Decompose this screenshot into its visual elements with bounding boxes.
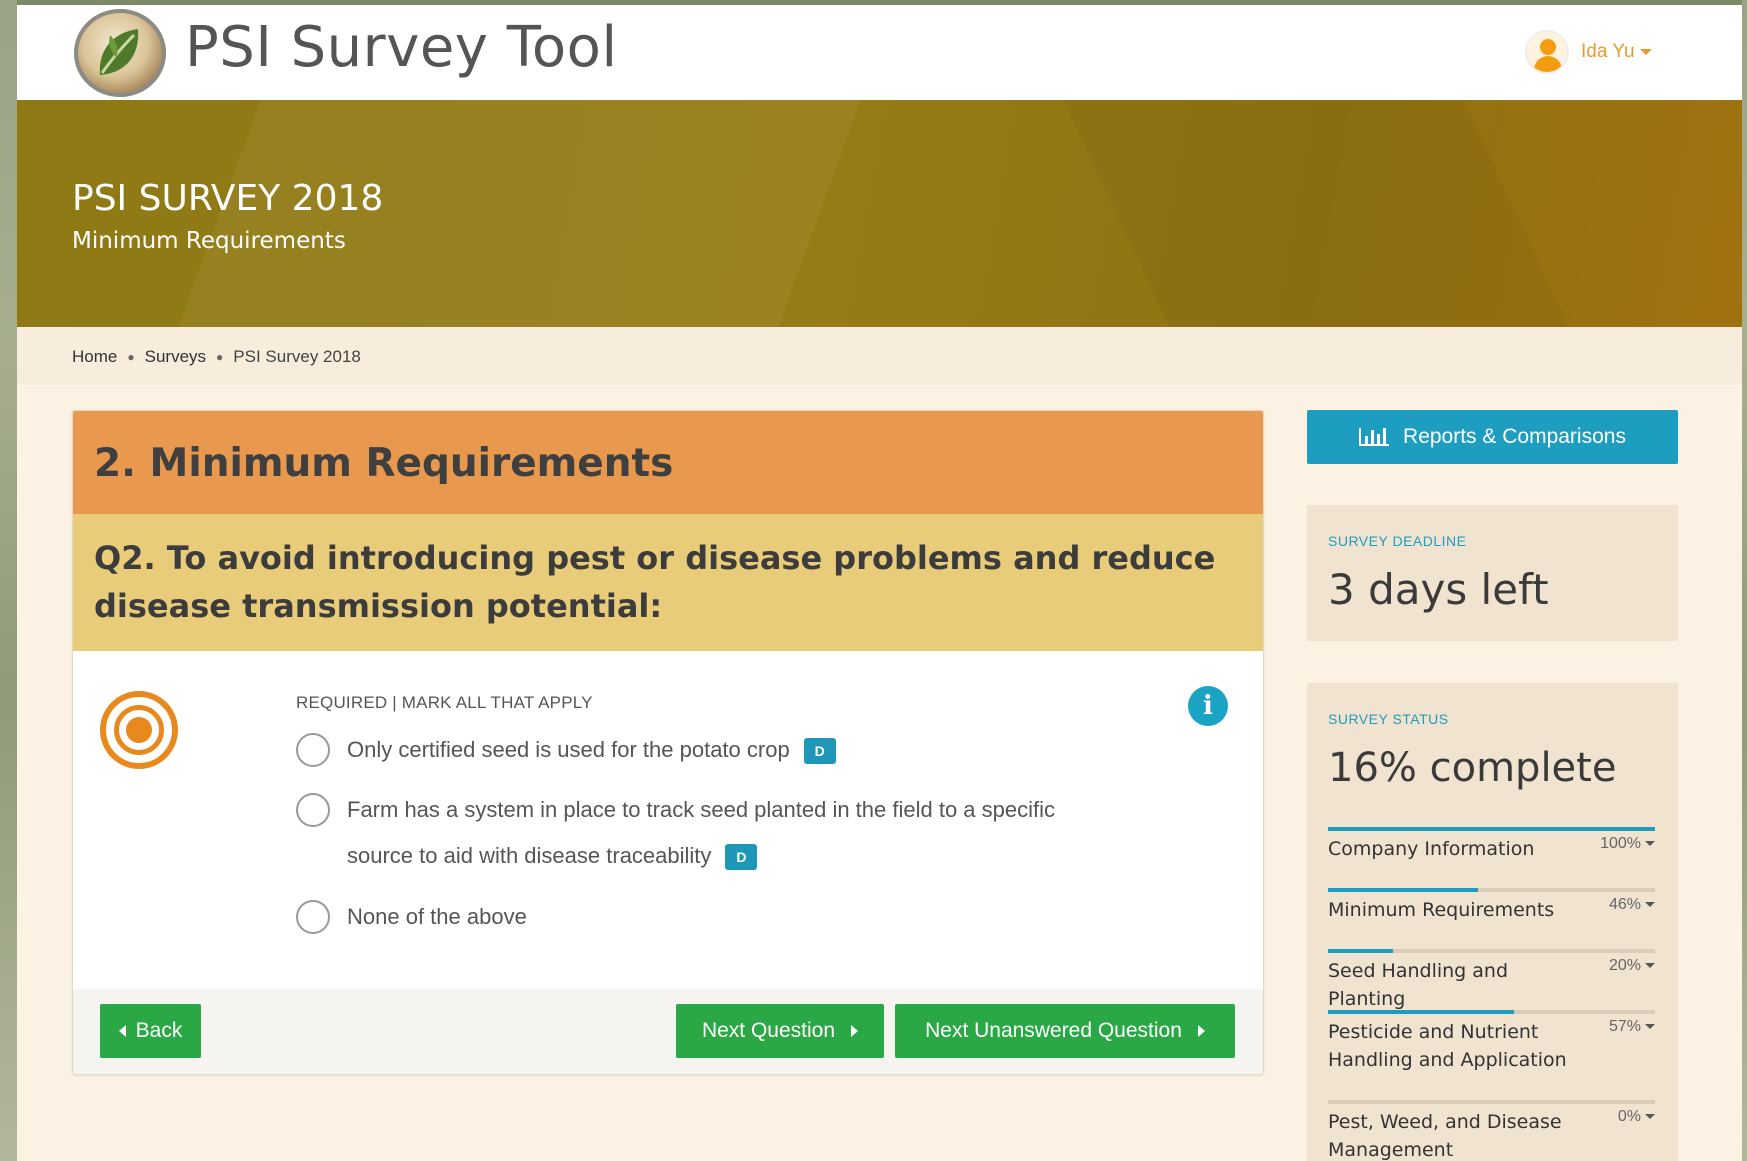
breadcrumb-separator: ● [216, 350, 224, 364]
reports-button-label: Reports & Comparisons [1403, 425, 1626, 448]
next-question-button[interactable]: Next Question [676, 1004, 884, 1058]
back-button-label: Back [135, 1019, 183, 1042]
d-badge: D [803, 738, 836, 765]
logo-leaf-icon[interactable] [74, 9, 166, 97]
progress-fill [1328, 888, 1479, 892]
deadline-value: 3 days left [1328, 565, 1549, 614]
option-label: Only certified seed is used for the pota… [347, 727, 1107, 773]
user-menu[interactable]: Ida Yu [1525, 29, 1652, 75]
status-label: SURVEY STATUS [1328, 711, 1449, 727]
user-name: Ida Yu [1581, 41, 1635, 62]
section-progress-name: Pest, Weed, and Disease Management [1328, 1111, 1562, 1161]
option-item[interactable]: Only certified seed is used for the pota… [296, 733, 1107, 773]
progress-fill [1328, 1010, 1515, 1014]
info-icon[interactable]: i [1188, 686, 1228, 726]
chevron-down-icon [1645, 1114, 1655, 1120]
progress-track [1328, 949, 1655, 953]
progress-track [1328, 888, 1655, 892]
section-progress-percent[interactable]: 20% [1609, 957, 1655, 975]
next-question-label: Next Question [701, 1019, 836, 1042]
target-icon [100, 691, 178, 769]
radio-button[interactable] [296, 793, 330, 827]
progress-track [1328, 1010, 1655, 1014]
option-text: None of the above [347, 904, 527, 929]
section-progress-name: Seed Handling and Planting [1328, 960, 1509, 1010]
section-progress-name: Minimum Requirements [1328, 899, 1555, 921]
chevron-down-icon [1645, 841, 1655, 847]
option-text: Only certified seed is used for the pota… [347, 737, 790, 762]
question-card: 2. Minimum Requirements Q2. To avoid int… [72, 410, 1264, 1075]
survey-banner: PSI SURVEY 2018 Minimum Requirements [17, 100, 1742, 327]
chevron-down-icon [1645, 1024, 1655, 1030]
app-frame: PSI Survey Tool Ida Yu PSI SURVEY 2018 M… [17, 5, 1742, 1161]
section-progress-percent[interactable]: 100% [1600, 835, 1655, 853]
option-label: None of the above [347, 894, 1107, 940]
next-unanswered-label: Next Unanswered Question [925, 1019, 1182, 1042]
deadline-label: SURVEY DEADLINE [1328, 533, 1467, 549]
chevron-down-icon [1645, 963, 1655, 969]
section-header: 2. Minimum Requirements [73, 411, 1263, 514]
breadcrumb-surveys[interactable]: Surveys [145, 347, 206, 367]
caret-left-icon [118, 1025, 126, 1037]
caret-right-icon [851, 1025, 859, 1037]
bar-chart-icon [1359, 428, 1390, 446]
option-text: Farm has a system in place to track seed… [347, 797, 1056, 868]
card-footer: Back Next Question Next Unanswered Quest… [73, 989, 1263, 1074]
question-header: Q2. To avoid introducing pest or disease… [73, 514, 1263, 651]
reports-comparisons-button[interactable]: Reports & Comparisons [1307, 410, 1678, 464]
section-title: 2. Minimum Requirements [94, 441, 674, 486]
status-value: 16% complete [1328, 745, 1617, 791]
back-button[interactable]: Back [100, 1004, 201, 1058]
section-progress-name: Pesticide and Nutrient Handling and Appl… [1328, 1021, 1567, 1071]
breadcrumb-home[interactable]: Home [72, 347, 117, 367]
section-progress-percent[interactable]: 46% [1609, 896, 1655, 914]
progress-track [1328, 1100, 1655, 1104]
background-left [0, 0, 17, 1161]
survey-subtitle: Minimum Requirements [72, 228, 346, 254]
status-panel: SURVEY STATUS 16% complete Company Infor… [1307, 683, 1678, 1161]
option-label: Farm has a system in place to track seed… [347, 787, 1087, 879]
question-text: Q2. To avoid introducing pest or disease… [94, 539, 1216, 625]
next-unanswered-button[interactable]: Next Unanswered Question [895, 1004, 1235, 1058]
question-instruction: REQUIRED | MARK ALL THAT APPLY [296, 693, 593, 712]
breadcrumb-bar: Home ● Surveys ● PSI Survey 2018 [17, 327, 1742, 385]
progress-fill [1328, 949, 1394, 953]
d-badge: D [725, 844, 758, 871]
section-progress-percent[interactable]: 57% [1609, 1018, 1655, 1036]
caret-right-icon [1197, 1025, 1205, 1037]
progress-track [1328, 827, 1655, 831]
background-right [1742, 0, 1747, 1161]
radio-button[interactable] [296, 733, 330, 767]
chevron-down-icon [1639, 49, 1652, 55]
survey-title: PSI SURVEY 2018 [72, 178, 384, 219]
option-item[interactable]: None of the above [296, 900, 1107, 940]
section-progress-name: Company Information [1328, 838, 1535, 860]
top-bar: PSI Survey Tool Ida Yu [17, 5, 1742, 100]
breadcrumb: Home ● Surveys ● PSI Survey 2018 [72, 347, 361, 367]
radio-button[interactable] [296, 900, 330, 934]
deadline-panel: SURVEY DEADLINE 3 days left [1307, 505, 1678, 641]
user-avatar-icon [1525, 30, 1569, 74]
option-item[interactable]: Farm has a system in place to track seed… [296, 793, 1087, 879]
progress-fill [1328, 827, 1655, 831]
breadcrumb-current: PSI Survey 2018 [233, 347, 361, 366]
section-progress-percent[interactable]: 0% [1618, 1108, 1655, 1126]
app-title[interactable]: PSI Survey Tool [185, 15, 618, 80]
breadcrumb-separator: ● [127, 350, 135, 364]
chevron-down-icon [1645, 902, 1655, 908]
